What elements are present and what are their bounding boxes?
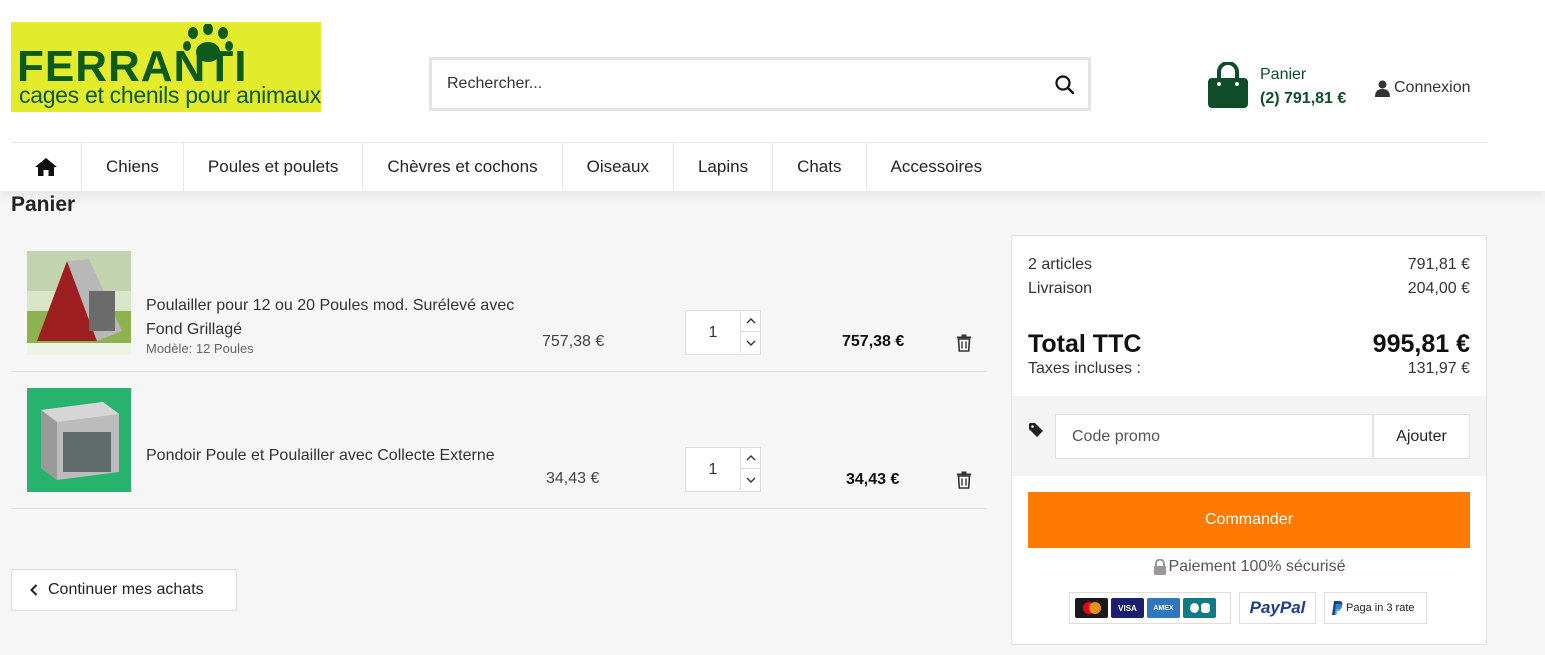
product-attribute: Modèle: 12 Poules xyxy=(146,341,254,356)
user-icon xyxy=(1375,80,1390,97)
search-bar xyxy=(429,57,1091,111)
secure-payment-text: Paiement 100% sécurisé xyxy=(1168,558,1346,575)
nav-item-lapins[interactable]: Lapins xyxy=(674,143,774,191)
login-link[interactable]: Connexion xyxy=(1375,77,1471,99)
nav-item-accessoires[interactable]: Accessoires xyxy=(867,143,1007,191)
quantity-decrease-button[interactable] xyxy=(740,469,761,490)
chevron-up-icon xyxy=(746,455,756,461)
tag-icon xyxy=(1029,423,1043,437)
total-label: Total TTC xyxy=(1028,330,1142,358)
product-name[interactable]: Poulailler pour 12 ou 20 Poules mod. Sur… xyxy=(146,294,516,342)
paypal-installments-text: Paga in 3 rate xyxy=(1346,602,1415,614)
trash-icon[interactable] xyxy=(956,334,972,352)
summary-total-row: Total TTC 995,81 € xyxy=(1028,330,1470,359)
main-nav: Chiens Poules et poulets Chèvres et coch… xyxy=(11,142,1488,191)
nav-item-oiseaux[interactable]: Oiseaux xyxy=(563,143,674,191)
promo-code-field xyxy=(1055,414,1373,459)
site-header: FERRANTI cages et chenils pour animaux P… xyxy=(0,0,1545,191)
search-input[interactable] xyxy=(432,60,1032,108)
cart-line-item: Poulailler pour 12 ou 20 Poules mod. Sur… xyxy=(11,235,987,372)
line-total: 757,38 € xyxy=(842,333,905,350)
unit-price: 757,38 € xyxy=(542,333,605,350)
product-name[interactable]: Pondoir Poule et Poulailler avec Collect… xyxy=(146,444,516,468)
chevron-left-icon xyxy=(30,584,38,596)
trash-icon[interactable] xyxy=(956,471,972,489)
shipping-label: Livraison xyxy=(1028,280,1093,297)
shipping-value: 204,00 € xyxy=(1407,280,1470,297)
product-image-graphic xyxy=(27,251,131,355)
continue-shopping-button[interactable]: Continuer mes achats xyxy=(11,569,237,611)
summary-taxes-row: Taxes incluses : 131,97 € xyxy=(1028,360,1470,378)
taxes-label: Taxes incluses : xyxy=(1028,360,1141,377)
chevron-down-icon xyxy=(746,477,756,483)
unit-price: 34,43 € xyxy=(546,470,600,487)
payment-methods: VISA AMEX PayPal Paga in 3 rate xyxy=(1069,592,1427,624)
articles-label: 2 articles xyxy=(1028,256,1093,273)
cart-line-item: Pondoir Poule et Poulailler avec Collect… xyxy=(11,372,987,509)
paypal-logo: PayPal xyxy=(1239,592,1316,624)
quantity-stepper xyxy=(685,447,761,492)
articles-value: 791,81 € xyxy=(1407,256,1470,273)
header-cart[interactable]: Panier (2) 791,81 € xyxy=(1205,62,1365,112)
quantity-input[interactable] xyxy=(686,448,740,491)
site-logo[interactable]: FERRANTI cages et chenils pour animaux xyxy=(11,22,321,112)
quantity-stepper xyxy=(685,310,761,355)
promo-code-area: Ajouter xyxy=(1012,396,1486,476)
product-image[interactable] xyxy=(27,251,131,355)
nav-item-chevres[interactable]: Chèvres et cochons xyxy=(363,143,563,191)
cb-card-icon xyxy=(1183,598,1216,618)
promo-add-button[interactable]: Ajouter xyxy=(1373,414,1470,459)
card-logos: VISA AMEX xyxy=(1069,592,1231,624)
nav-home[interactable] xyxy=(11,143,82,191)
login-label: Connexion xyxy=(1394,79,1471,96)
home-icon xyxy=(35,158,57,176)
quantity-increase-button[interactable] xyxy=(740,448,761,469)
line-total: 34,43 € xyxy=(846,471,900,488)
shopping-bag-icon xyxy=(1208,62,1248,108)
secure-payment-note: Paiement 100% sécurisé xyxy=(1012,558,1486,576)
quantity-increase-button[interactable] xyxy=(740,311,761,332)
page-title: Panier xyxy=(11,193,76,216)
paypal-installments-logo: Paga in 3 rate xyxy=(1324,592,1427,624)
total-value: 995,81 € xyxy=(1372,330,1470,358)
visa-icon: VISA xyxy=(1111,598,1144,618)
nav-item-poules[interactable]: Poules et poulets xyxy=(184,143,364,191)
paypal-icon xyxy=(1332,601,1343,615)
nav-item-chats[interactable]: Chats xyxy=(773,143,867,191)
promo-code-input[interactable] xyxy=(1056,415,1372,458)
summary-shipping-row: Livraison 204,00 € xyxy=(1028,280,1470,298)
cart-label: Panier xyxy=(1260,66,1307,83)
product-image-graphic xyxy=(27,388,131,492)
mastercard-icon xyxy=(1075,598,1108,618)
chevron-down-icon xyxy=(746,340,756,346)
lock-icon xyxy=(1153,559,1166,575)
cart-count-total: (2) 791,81 € xyxy=(1260,90,1347,107)
product-image[interactable] xyxy=(27,388,131,492)
continue-shopping-label: Continuer mes achats xyxy=(48,581,204,598)
paypal-text: PayPal xyxy=(1249,598,1306,617)
search-icon[interactable] xyxy=(1054,74,1076,96)
amex-icon: AMEX xyxy=(1147,598,1180,618)
nav-item-chiens[interactable]: Chiens xyxy=(82,143,184,191)
summary-articles-row: 2 articles 791,81 € xyxy=(1028,256,1470,274)
chevron-up-icon xyxy=(746,318,756,324)
quantity-decrease-button[interactable] xyxy=(740,332,761,353)
cart-summary: 2 articles 791,81 € Livraison 204,00 € T… xyxy=(1011,235,1487,645)
quantity-input[interactable] xyxy=(686,311,740,354)
logo-subtitle: cages et chenils pour animaux xyxy=(19,82,321,108)
taxes-value: 131,97 € xyxy=(1407,360,1470,377)
checkout-button[interactable]: Commander xyxy=(1028,492,1470,548)
